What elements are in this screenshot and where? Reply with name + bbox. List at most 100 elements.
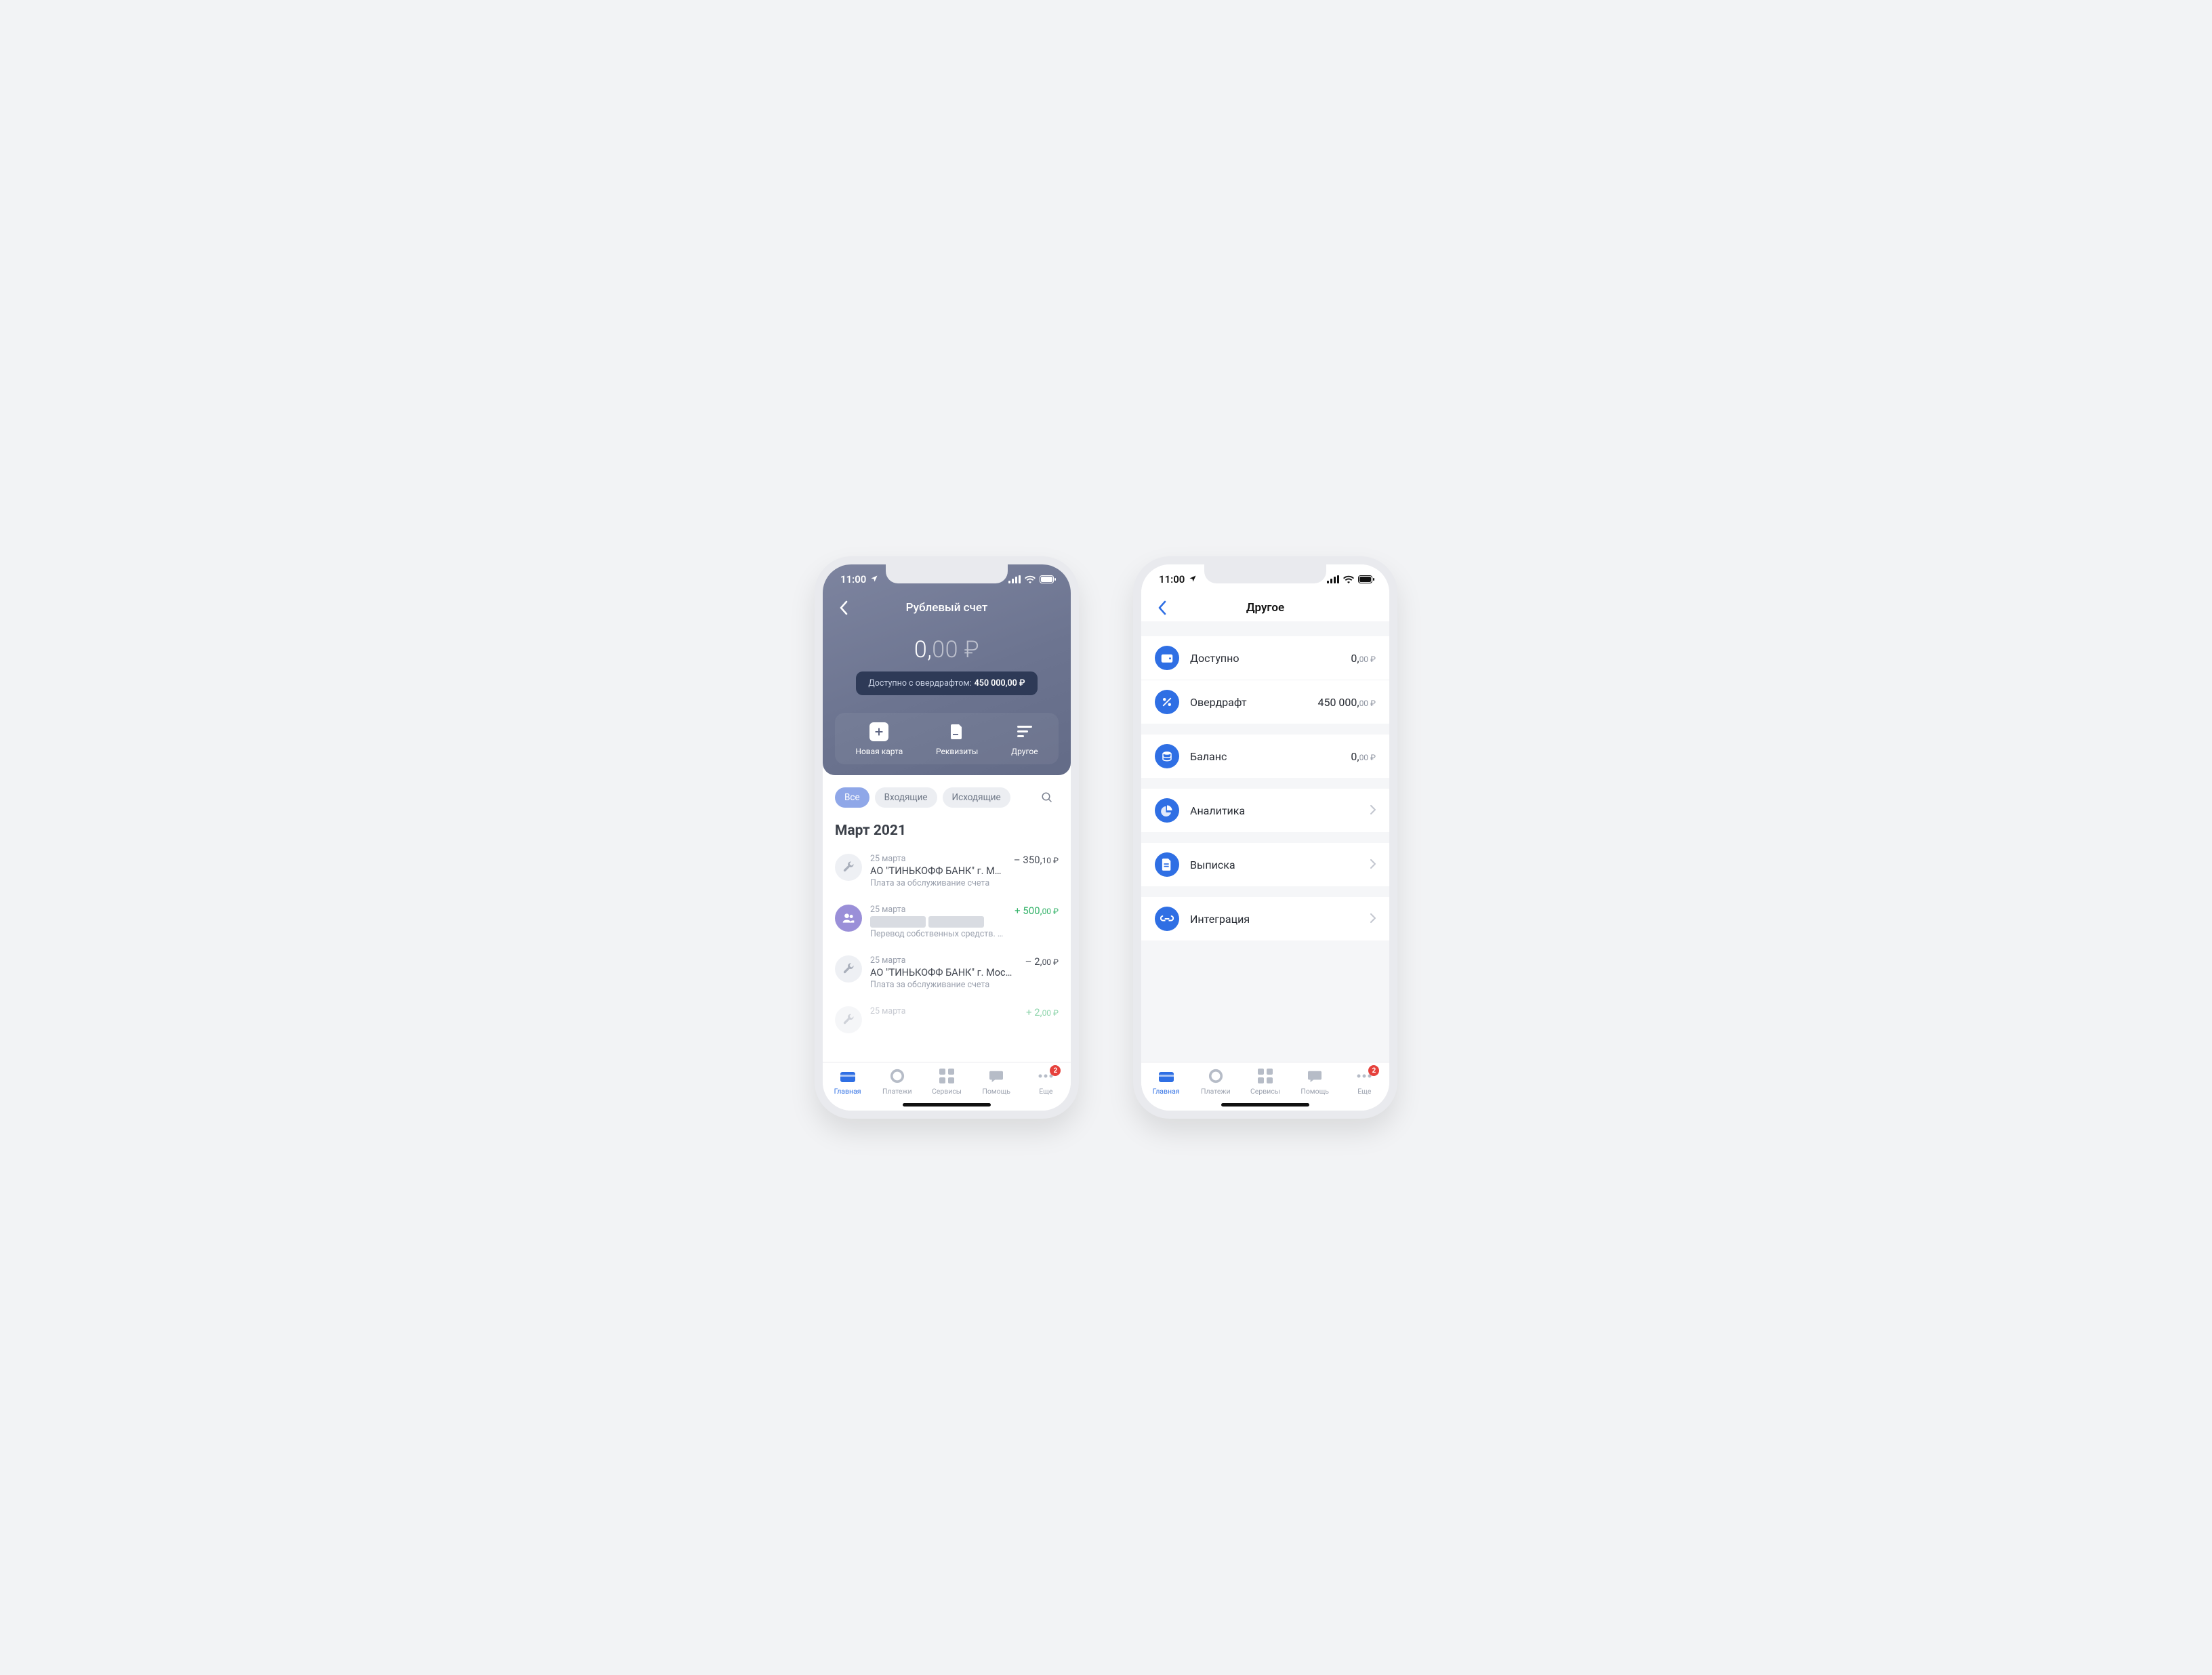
tab-payments[interactable]: Платежи <box>877 1068 918 1096</box>
wifi-icon <box>1343 575 1354 583</box>
tab-label: Платежи <box>882 1087 912 1096</box>
help-icon <box>1307 1068 1323 1084</box>
tab-home[interactable]: Главная <box>1146 1068 1187 1096</box>
tab-badge: 2 <box>1368 1065 1379 1076</box>
menu-icon <box>1015 722 1034 741</box>
overdraft-value: 450 000,00 ₽ <box>975 678 1025 688</box>
transaction-item[interactable]: 25 марта АО "ТИНЬКОФФ БАНК" г. Москва Пл… <box>835 947 1059 998</box>
tab-label: Сервисы <box>932 1087 962 1096</box>
document-icon <box>947 722 966 741</box>
tx-date: 25 марта <box>870 854 1006 864</box>
transaction-item[interactable]: 25 марта АО "ТИНЬКОФФ БАНК" г. Москва Пл… <box>835 846 1059 896</box>
wrench-icon <box>835 1006 862 1033</box>
percent-icon <box>1155 690 1179 714</box>
tab-home[interactable]: Главная <box>827 1068 868 1096</box>
status-time: 11:00 <box>1159 573 1185 585</box>
help-icon <box>988 1068 1004 1084</box>
money-group: Доступно 0,00 ₽ Овердрафт 450 000,00 ₽ <box>1141 636 1389 724</box>
phone-right: 11:00 Другое <box>1133 556 1397 1119</box>
integration-group: Интеграция <box>1141 897 1389 940</box>
home-icon <box>840 1068 856 1084</box>
tx-name: АО "ТИНЬКОФФ БАНК" г. Москва <box>870 967 1017 978</box>
wallet-icon <box>1155 646 1179 670</box>
back-button[interactable] <box>832 597 854 619</box>
tx-desc: Перевод собственных средств. НДС не обл… <box>870 929 1006 939</box>
tab-payments[interactable]: Платежи <box>1195 1068 1236 1096</box>
month-label: Март 2021 <box>835 823 1059 839</box>
location-icon <box>1189 573 1197 585</box>
row-balance[interactable]: Баланс 0,00 ₽ <box>1141 735 1389 778</box>
balance-amount: 0,00 ₽ <box>823 636 1071 663</box>
tab-help[interactable]: Помощь <box>1294 1068 1335 1096</box>
chip-incoming[interactable]: Входящие <box>875 787 937 808</box>
balance-int: 0, <box>914 636 932 663</box>
battery-icon <box>1358 575 1374 583</box>
wrench-icon <box>835 955 862 983</box>
status-time: 11:00 <box>840 573 866 585</box>
tx-date: 25 марта <box>870 905 1006 915</box>
page-title: Другое <box>1246 601 1284 615</box>
statement-group: Выписка <box>1141 843 1389 886</box>
tab-label: Помощь <box>982 1087 1010 1096</box>
notch <box>886 564 1008 583</box>
overdraft-label: Доступно с овердрафтом: <box>868 678 971 688</box>
row-label: Выписка <box>1190 859 1359 871</box>
row-analytics[interactable]: Аналитика <box>1141 789 1389 832</box>
transaction-item[interactable]: 25 марта ████████ ████████ Перевод собст… <box>835 896 1059 947</box>
row-overdraft[interactable]: Овердрафт 450 000,00 ₽ <box>1141 680 1389 724</box>
row-statement[interactable]: Выписка <box>1141 843 1389 886</box>
tab-label: Платежи <box>1201 1087 1231 1096</box>
home-icon <box>1158 1068 1174 1084</box>
payments-icon <box>1208 1068 1224 1084</box>
tab-services[interactable]: Сервисы <box>926 1068 967 1096</box>
home-indicator[interactable] <box>903 1103 991 1107</box>
chevron-right-icon <box>1370 804 1376 817</box>
home-indicator[interactable] <box>1221 1103 1309 1107</box>
cellular-icon <box>1008 575 1021 583</box>
link-icon <box>1155 907 1179 931</box>
tab-label: Сервисы <box>1250 1087 1280 1096</box>
chip-outgoing[interactable]: Исходящие <box>943 787 1010 808</box>
transactions-list[interactable]: Март 2021 25 марта АО "ТИНЬКОФФ БАНК" г.… <box>823 813 1071 1062</box>
tx-date: 25 марта <box>870 1006 1018 1016</box>
tab-more[interactable]: Еще 2 <box>1025 1068 1066 1096</box>
wrench-icon <box>835 854 862 881</box>
row-label: Доступно <box>1190 652 1340 665</box>
battery-icon <box>1040 575 1056 583</box>
cellular-icon <box>1327 575 1339 583</box>
tx-name-redacted: ████████ ████████ <box>870 916 1006 928</box>
tab-help[interactable]: Помощь <box>976 1068 1017 1096</box>
tx-amount: – 2,00 ₽ <box>1025 955 1059 990</box>
tx-amount: – 350,10 ₽ <box>1014 854 1059 888</box>
filter-chips: Все Входящие Исходящие <box>823 775 1071 813</box>
analytics-group: Аналитика <box>1141 789 1389 832</box>
tab-label: Главная <box>834 1087 861 1096</box>
row-label: Интеграция <box>1190 913 1359 926</box>
tab-badge: 2 <box>1050 1065 1061 1076</box>
action-other[interactable]: Другое <box>1011 722 1038 756</box>
chip-all[interactable]: Все <box>835 787 869 808</box>
row-label: Овердрафт <box>1190 696 1307 709</box>
row-available[interactable]: Доступно 0,00 ₽ <box>1141 636 1389 680</box>
row-label: Аналитика <box>1190 804 1359 817</box>
wifi-icon <box>1025 575 1036 583</box>
search-button[interactable] <box>1036 786 1059 809</box>
tab-services[interactable]: Сервисы <box>1245 1068 1286 1096</box>
action-label: Новая карта <box>855 747 903 756</box>
tx-amount: + 2,00 ₽ <box>1026 1006 1059 1033</box>
action-requisites[interactable]: Реквизиты <box>936 722 978 756</box>
transaction-item[interactable]: 25 марта + 2,00 ₽ <box>835 998 1059 1041</box>
back-button[interactable] <box>1151 597 1172 619</box>
location-icon <box>870 573 878 585</box>
notch <box>1204 564 1326 583</box>
action-new-card[interactable]: Новая карта <box>855 722 903 756</box>
row-integration[interactable]: Интеграция <box>1141 897 1389 940</box>
row-label: Баланс <box>1190 750 1340 763</box>
tab-label: Еще <box>1039 1087 1052 1096</box>
tab-more[interactable]: Еще 2 <box>1344 1068 1385 1096</box>
coins-icon <box>1155 744 1179 768</box>
overdraft-pill[interactable]: Доступно с овердрафтом: 450 000,00 ₽ <box>856 671 1037 695</box>
account-header: 11:00 Рублевый счет <box>823 564 1071 775</box>
plus-card-icon <box>869 722 888 741</box>
balance-group: Баланс 0,00 ₽ <box>1141 735 1389 778</box>
